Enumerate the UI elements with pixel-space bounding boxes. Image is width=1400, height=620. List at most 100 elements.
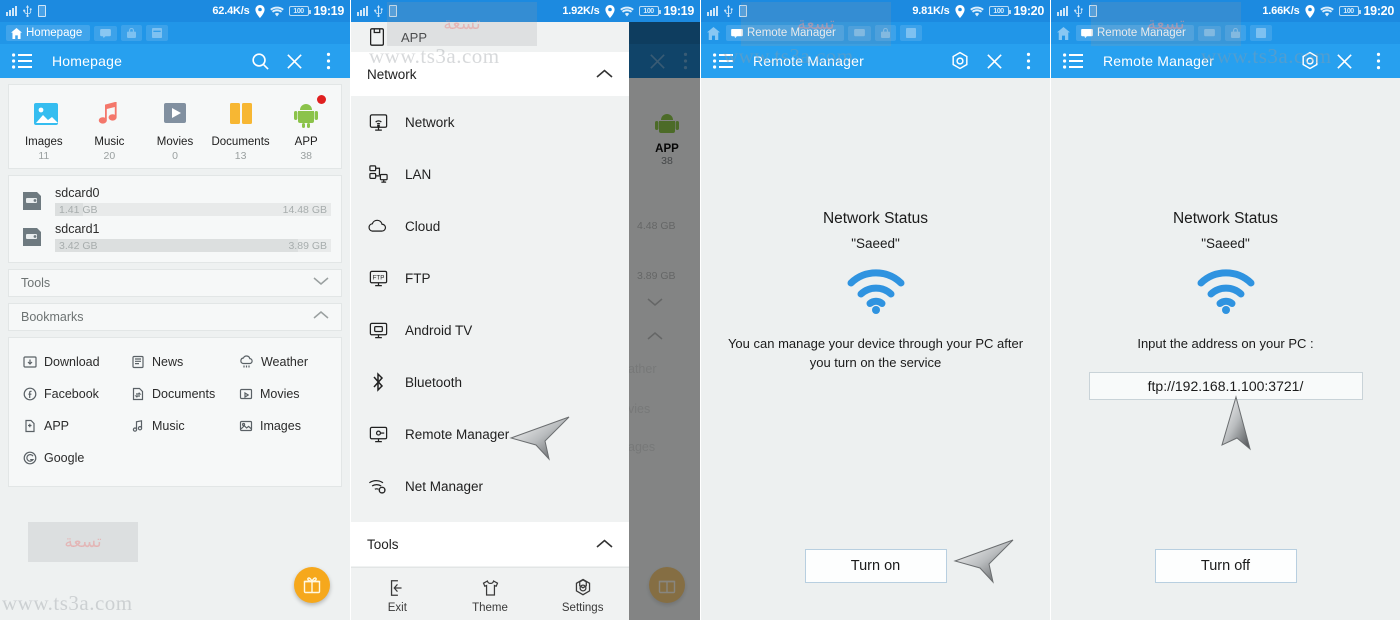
bookmark-download[interactable]: Download [13,346,121,378]
tab-icon-lock[interactable] [121,25,143,41]
search-icon[interactable] [250,51,270,71]
watermark-url: www.ts3a.com [2,591,133,615]
lan-icon [367,163,389,185]
footer-theme[interactable]: Theme [444,576,537,614]
battery-icon: 100 [288,6,311,16]
drawer-item-cloud[interactable]: Cloud [351,200,629,252]
ftp-address-field[interactable]: ftp://192.168.1.100:3721/ [1088,371,1363,400]
footer-exit[interactable]: Exit [351,576,444,614]
wifi-large-icon [847,269,904,314]
close-icon[interactable] [284,51,304,71]
storage-row-sdcard1[interactable]: sdcard1 3.42 GB 3.89 GB [19,218,331,254]
watermark-url: www.ts3a.com [723,44,854,68]
status-bar-right-icons: 1.66K/s 100 19:20 [1262,4,1394,18]
quick-item-images[interactable]: Images 11 [12,93,76,162]
signal-icon [357,6,368,16]
quick-item-documents[interactable]: Documents 13 [209,93,273,162]
more-icon[interactable] [318,51,338,71]
quick-count: 20 [103,150,116,162]
status-bar-left-icons [6,5,46,17]
network-speed: 9.81K/s [912,5,950,17]
turn-off-button[interactable]: Turn off [1154,549,1297,583]
quick-item-movies[interactable]: Movies 0 [143,93,207,162]
panel-remote-manager-off: 9.81K/s 100 19:20 Remote Manager Remote … [700,0,1050,620]
more-icon[interactable] [1018,51,1038,71]
usb-icon [1074,5,1083,17]
signal-icon [707,6,718,16]
net-manager-icon [367,475,389,497]
storage-list: sdcard0 1.41 GB 14.48 GB sdcard1 3.42 GB… [8,175,342,263]
gift-icon[interactable] [294,567,330,603]
wifi-icon [619,6,634,16]
drawer-footer: Exit Theme Settings [351,567,629,620]
tab-homepage[interactable]: Homepage [6,25,91,41]
tab-icon-chat[interactable] [94,25,118,41]
sdcard-icon [23,192,41,210]
music-bookmark-icon [132,420,143,432]
signal-icon [6,6,17,16]
quick-item-app[interactable]: APP 38 [274,93,338,162]
panel-homepage: 62.4K/s 100 19:19 Homepage Homepage Imag… [0,0,350,620]
storage-row-sdcard0[interactable]: sdcard0 1.41 GB 14.48 GB [19,182,331,218]
section-tools[interactable]: Tools [8,269,342,297]
tab-icon-window[interactable] [1249,25,1272,41]
signal-icon [1057,6,1068,16]
quick-count: 0 [172,150,178,162]
network-name: "Saeed" [851,236,900,251]
bookmark-app[interactable]: APP [13,410,121,442]
news-icon [132,355,144,369]
download-icon [23,356,37,368]
chevron-up-icon [596,537,613,552]
turn-on-button[interactable]: Turn on [804,549,947,583]
bookmark-movies[interactable]: Movies [229,378,337,410]
clock: 19:19 [313,4,345,18]
status-bar: 62.4K/s 100 19:19 [0,0,350,22]
bookmark-news[interactable]: News [121,346,229,378]
quick-item-music[interactable]: Music 20 [77,93,141,162]
facebook-icon [23,387,37,401]
bluetooth-icon [367,371,389,393]
usb-icon [724,5,733,17]
drawer-item-remote-manager[interactable]: Remote Manager [351,408,629,460]
location-icon [604,4,615,18]
tab-icon-window[interactable] [146,25,169,41]
drawer-item-bluetooth[interactable]: Bluetooth [351,356,629,408]
bookmark-documents[interactable]: Documents [121,378,229,410]
quick-count: 13 [234,150,247,162]
drawer-item-network[interactable]: Network [351,96,629,148]
close-icon[interactable] [984,51,1004,71]
clock: 19:20 [1013,4,1045,18]
music-icon [77,93,141,135]
bookmark-music[interactable]: Music [121,410,229,442]
footer-settings[interactable]: Settings [536,576,629,614]
google-icon [23,451,37,465]
drawer-section-tools[interactable]: Tools [351,522,629,566]
gear-icon[interactable] [950,51,970,71]
drawer-item-net-manager[interactable]: Net Manager [351,460,629,512]
home-icon[interactable] [1057,26,1070,40]
app-bookmark-icon [25,419,35,433]
location-icon [1304,4,1315,18]
usb-icon [374,5,383,17]
tab-icon-window[interactable] [899,25,922,41]
drawer-item-android-tv[interactable]: Android TV [351,304,629,356]
storage-bar: 3.42 GB 3.89 GB [55,239,331,252]
close-icon[interactable] [1334,51,1354,71]
bookmark-facebook[interactable]: Facebook [13,378,121,410]
menu-icon[interactable] [1063,51,1083,71]
watermark-logo: تسعة [387,2,537,46]
storage-bar: 1.41 GB 14.48 GB [55,203,331,216]
section-bookmarks[interactable]: Bookmarks [8,303,342,331]
menu-icon[interactable] [12,51,32,71]
bookmark-google[interactable]: Google [13,442,121,474]
chevron-down-icon [313,277,329,289]
home-icon[interactable] [707,26,720,40]
android-icon [274,93,338,135]
drawer-item-lan[interactable]: LAN [351,148,629,200]
panel-navigation-drawer: 1.92K/s 100 19:19 APP 38 4.48 GB 3.89 GB [350,0,700,620]
more-icon[interactable] [1368,51,1388,71]
images-icon [12,93,76,135]
bookmark-weather[interactable]: Weather [229,346,337,378]
bookmark-images[interactable]: Images [229,410,337,442]
drawer-item-ftp[interactable]: FTP FTP [351,252,629,304]
